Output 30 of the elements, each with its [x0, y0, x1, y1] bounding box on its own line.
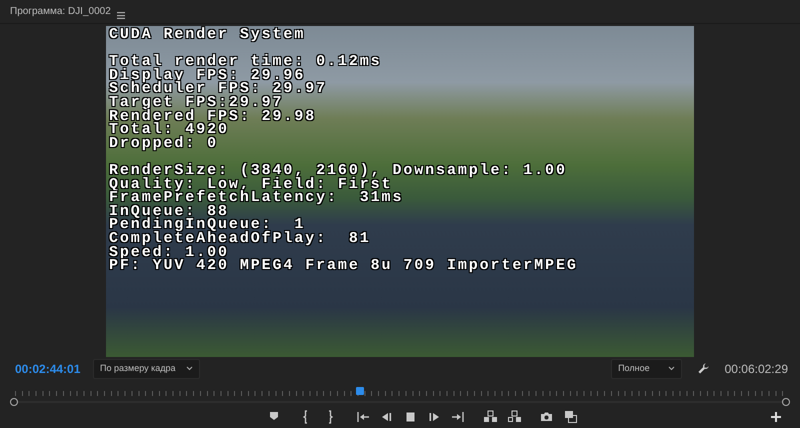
- overlay-text: PendingInQueue: 1: [109, 218, 306, 232]
- overlay-text: Total: 4920: [109, 123, 230, 137]
- overlay-text: Speed: 1.00: [109, 246, 229, 260]
- duration-timecode: 00:06:02:29: [724, 361, 788, 378]
- in-handle[interactable]: [10, 398, 18, 406]
- overlay-text: InQueue: 88: [109, 204, 229, 218]
- go-to-out-icon[interactable]: [450, 410, 466, 424]
- panel-title: Программа: DJI_0002: [10, 5, 111, 19]
- quality-dropdown[interactable]: Полное: [611, 359, 682, 379]
- overlay-text: Rendered FPS: 29.98: [109, 110, 318, 124]
- overlay-text: FramePrefetchLatency: 31ms: [109, 191, 404, 205]
- overlay-text: PF: YUV 420 MPEG4 Frame 8u 709 ImporterMPEG: [109, 259, 579, 273]
- overlay-text: Scheduler FPS: 29.97: [109, 82, 328, 96]
- current-timecode[interactable]: 00:02:44:01: [15, 360, 85, 378]
- wrench-icon[interactable]: [698, 362, 709, 376]
- overlay-text: Total render time: 0.12ms: [109, 55, 383, 69]
- overlay-text: CUDA Render System: [109, 28, 306, 42]
- overlay-text: RenderSize: (3840, 2160), Downsample: 1.00: [109, 164, 568, 178]
- overlay-text: CompleteAheadOfPlay: 81: [109, 232, 372, 246]
- insert-icon[interactable]: [482, 410, 498, 424]
- compare-icon[interactable]: [562, 410, 578, 424]
- overlay-text: Target FPS:29.97: [109, 96, 284, 110]
- add-icon[interactable]: [768, 410, 784, 424]
- playhead[interactable]: [356, 387, 364, 395]
- overwrite-icon[interactable]: [506, 410, 522, 424]
- overlay-text: Dropped: 0: [109, 136, 220, 150]
- zoom-dropdown[interactable]: По размеру кадра: [93, 359, 200, 379]
- camera-icon[interactable]: [538, 410, 554, 424]
- out-handle[interactable]: [782, 398, 790, 406]
- overlay-text: Display FPS: 29.96: [109, 68, 306, 82]
